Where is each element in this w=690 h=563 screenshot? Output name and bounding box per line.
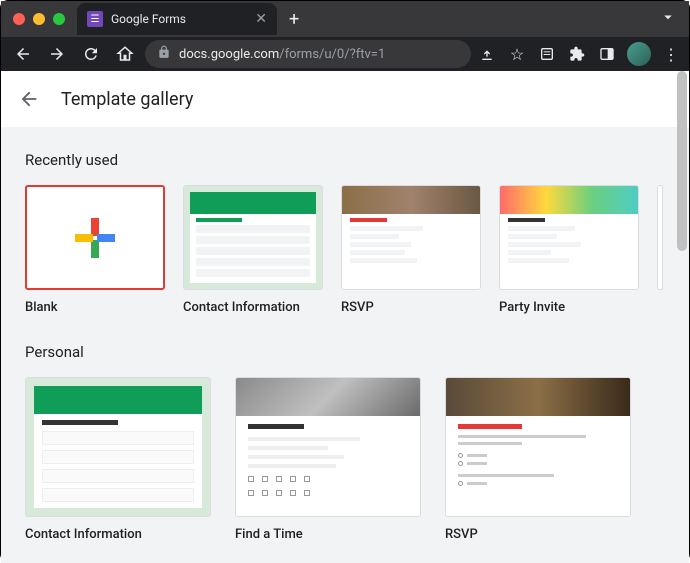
browser-toolbar: docs.google.com/forms/u/0/?ftv=1 ☆ ⋮ [1, 37, 689, 71]
browser-tab[interactable]: ☰ Google Forms ✕ [77, 3, 277, 35]
bookmark-icon[interactable]: ☆ [507, 44, 527, 64]
back-button[interactable] [9, 40, 37, 68]
recent-templates-row: Blank [25, 185, 665, 315]
share-icon[interactable] [477, 44, 497, 64]
template-party-invite[interactable]: Party Invite [499, 185, 639, 315]
template-gallery: Recently used Blank [1, 127, 689, 563]
back-arrow-button[interactable] [17, 87, 41, 111]
sidepanel-icon[interactable] [597, 44, 617, 64]
template-contact-information-personal[interactable]: Contact Information [25, 377, 211, 542]
scrollbar-thumb[interactable] [677, 71, 687, 251]
home-button[interactable] [111, 40, 139, 68]
url-text: docs.google.com/forms/u/0/?ftv=1 [179, 47, 459, 62]
profile-avatar[interactable] [627, 42, 651, 66]
menu-icon[interactable]: ⋮ [661, 44, 681, 64]
template-label: RSVP [341, 300, 481, 315]
template-thumb [183, 185, 323, 290]
template-blank[interactable]: Blank [25, 185, 165, 315]
template-label: Contact Information [25, 527, 211, 542]
maximize-window-button[interactable] [53, 13, 65, 25]
minimize-window-button[interactable] [33, 13, 45, 25]
tab-title: Google Forms [111, 12, 247, 26]
url-host: docs.google.com [179, 47, 279, 62]
close-window-button[interactable] [13, 13, 25, 25]
template-label: Contact Information [183, 300, 323, 315]
tabs-dropdown-icon[interactable] [659, 8, 677, 30]
extensions-icon[interactable] [567, 44, 587, 64]
scrollbar[interactable] [677, 71, 687, 563]
section-title-personal: Personal [25, 343, 665, 361]
browser-chrome: ☰ Google Forms ✕ + docs.google.com/forms… [1, 1, 689, 71]
template-peek[interactable] [657, 185, 663, 290]
template-label: RSVP [445, 527, 631, 542]
close-tab-icon[interactable]: ✕ [255, 11, 267, 27]
template-thumb-blank [25, 185, 165, 290]
new-tab-button[interactable]: + [289, 9, 299, 30]
template-contact-information[interactable]: Contact Information [183, 185, 323, 315]
url-path: /forms/u/0/?ftv=1 [279, 47, 385, 62]
template-thumb [341, 185, 481, 290]
template-rsvp-personal[interactable]: RSVP [445, 377, 631, 542]
template-rsvp[interactable]: RSVP [341, 185, 481, 315]
template-thumb [499, 185, 639, 290]
plus-icon [70, 213, 120, 263]
forms-favicon-icon: ☰ [87, 11, 103, 27]
forward-button[interactable] [43, 40, 71, 68]
page-title: Template gallery [61, 89, 193, 110]
page-content: Template gallery Recently used Blank [1, 71, 689, 563]
page-header: Template gallery [1, 71, 689, 127]
tab-bar: ☰ Google Forms ✕ + [1, 1, 689, 37]
template-thumb [445, 377, 631, 517]
template-label: Blank [25, 300, 165, 315]
personal-templates-row: Contact Information [25, 377, 665, 542]
lock-icon [157, 45, 171, 63]
reader-icon[interactable] [537, 44, 557, 64]
address-bar[interactable]: docs.google.com/forms/u/0/?ftv=1 [145, 40, 471, 68]
window-controls [13, 13, 65, 25]
reload-button[interactable] [77, 40, 105, 68]
template-label: Party Invite [499, 300, 639, 315]
template-thumb [25, 377, 211, 517]
template-label: Find a Time [235, 527, 421, 542]
template-find-a-time[interactable]: Find a Time [235, 377, 421, 542]
section-title-recent: Recently used [25, 151, 665, 169]
template-thumb [235, 377, 421, 517]
